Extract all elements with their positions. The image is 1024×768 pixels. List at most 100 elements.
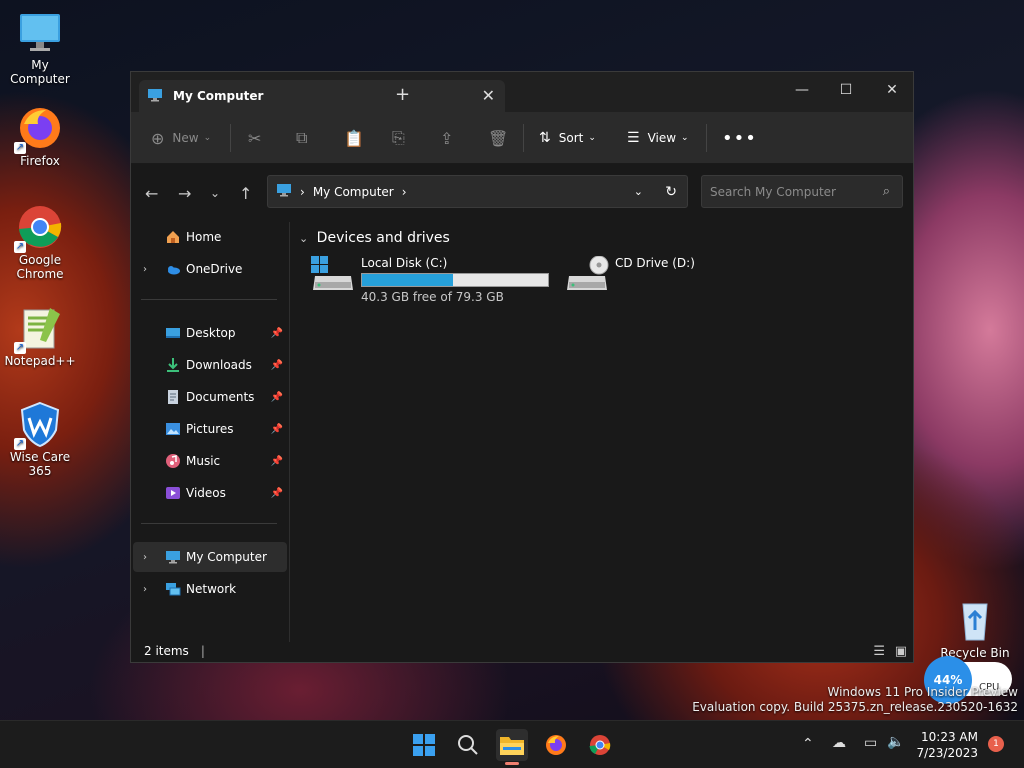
pin-icon[interactable]: 📌 [271, 424, 283, 435]
minimize-button[interactable]: — [779, 76, 825, 104]
pin-icon[interactable]: 📌 [271, 456, 283, 467]
desktop-icon-wise-care[interactable]: ↗ Wise Care 365 [0, 400, 80, 478]
search-icon: ⌕ [882, 184, 890, 199]
view-label: View [647, 131, 677, 145]
shortcut-arrow-icon: ↗ [14, 342, 26, 354]
monitor-icon [16, 8, 64, 56]
sidebar-item-videos[interactable]: Videos 📌 [133, 478, 287, 508]
drive-item-c[interactable]: Local Disk (C:) 40.3 GB free of 79.3 GB [311, 256, 561, 308]
tab-my-computer[interactable]: My Computer ✕ [139, 80, 505, 112]
onedrive-offline-icon[interactable]: ☁ [832, 735, 846, 751]
desktop-folder-icon [165, 325, 181, 341]
search-button[interactable] [452, 729, 484, 761]
windows-logo-icon [413, 734, 435, 756]
copy-button[interactable]: ⧉ [296, 112, 307, 164]
music-note-icon [165, 453, 181, 469]
recent-locations-button[interactable]: ⌄ [210, 186, 220, 200]
clipboard-icon: 📋 [344, 128, 364, 148]
desktop-icon-notepadpp[interactable]: ↗ Notepad++ [0, 304, 80, 368]
chevron-right-icon: › [300, 184, 305, 199]
file-explorer-window: My Computer ✕ + — ☐ ✕ ⊕ New ⌄ ✂ ⧉ 📋 ⎘ ⇪ … [130, 71, 914, 663]
sidebar-item-label: Pictures [186, 422, 234, 436]
sort-button[interactable]: ⇅ Sort ⌄ [539, 112, 596, 164]
desktop-icon-my-computer[interactable]: My Computer [0, 8, 80, 86]
address-bar-row: ← → ⌄ ↑ › My Computer › ⌄ ↻ Search My Co… [131, 164, 913, 222]
pin-icon[interactable]: 📌 [271, 360, 283, 371]
sidebar-item-label: Music [186, 454, 221, 468]
sidebar-item-my-computer[interactable]: › My Computer [133, 542, 287, 572]
notification-badge[interactable]: 1 [988, 736, 1004, 752]
taskbar-firefox[interactable] [540, 729, 572, 761]
chevron-down-icon: ⌄ [588, 133, 596, 143]
sidebar-item-downloads[interactable]: Downloads 📌 [133, 350, 287, 380]
start-button[interactable] [408, 729, 440, 761]
taskbar-chrome[interactable] [584, 729, 616, 761]
breadcrumb-my-computer[interactable]: My Computer [313, 185, 394, 199]
maximize-button[interactable]: ☐ [823, 76, 869, 104]
sidebar-item-home[interactable]: Home [133, 222, 287, 252]
cut-button[interactable]: ✂ [248, 112, 261, 164]
view-list-icon: ☰ [627, 130, 640, 146]
group-header-devices[interactable]: ⌄ Devices and drives [299, 230, 450, 246]
network-status-icon[interactable]: ▭ [864, 735, 877, 751]
more-options-button[interactable]: ••• [722, 112, 757, 164]
chevron-right-icon[interactable]: › [143, 264, 147, 275]
clock-time: 10:23 AM [921, 730, 978, 744]
share-icon: ⇪ [440, 128, 454, 148]
desktop-icon-chrome[interactable]: ↗ Google Chrome [0, 203, 80, 281]
scissors-icon: ✂ [248, 128, 262, 148]
paste-button[interactable]: 📋 [344, 112, 364, 164]
selection-separator: | [200, 644, 205, 658]
back-button[interactable]: ← [145, 184, 158, 203]
refresh-icon[interactable]: ↻ [665, 184, 677, 200]
details-view-button[interactable]: ☰ [873, 644, 885, 659]
sidebar-item-desktop[interactable]: Desktop 📌 [133, 318, 287, 348]
delete-button[interactable]: 🗑 [488, 112, 508, 164]
shortcut-arrow-icon: ↗ [14, 438, 26, 450]
status-bar: 2 items | ☰ ▣ [131, 640, 913, 662]
volume-icon[interactable]: 🔈 [887, 734, 904, 750]
title-bar[interactable]: My Computer ✕ + — ☐ ✕ [131, 72, 913, 112]
search-input[interactable]: Search My Computer ⌕ [701, 175, 903, 208]
address-dropdown-icon[interactable]: ⌄ [634, 185, 643, 198]
close-tab-icon[interactable]: ✕ [482, 86, 495, 105]
tab-title: My Computer [173, 89, 264, 103]
taskbar-file-explorer[interactable] [496, 729, 528, 765]
pin-icon[interactable]: 📌 [271, 328, 283, 339]
desktop-icon-recycle-bin[interactable]: Recycle Bin [935, 596, 1015, 660]
sidebar-item-onedrive[interactable]: › OneDrive [133, 254, 287, 284]
taskbar-clock[interactable]: 10:23 AM 7/23/2023 [916, 729, 978, 761]
picture-icon [165, 421, 181, 437]
desktop-icon-firefox[interactable]: ↗ Firefox [0, 104, 80, 168]
pin-icon[interactable]: 📌 [271, 488, 283, 499]
sidebar-item-label: Videos [186, 486, 226, 500]
chevron-right-icon[interactable]: › [402, 185, 407, 199]
share-button[interactable]: ⇪ [440, 112, 453, 164]
address-input[interactable]: › My Computer › ⌄ ↻ [267, 175, 688, 208]
toolbar-divider [230, 124, 231, 152]
pin-icon[interactable]: 📌 [271, 392, 283, 403]
sidebar-item-pictures[interactable]: Pictures 📌 [133, 414, 287, 444]
up-button[interactable]: ↑ [239, 184, 252, 203]
new-tab-button[interactable]: + [395, 84, 410, 105]
new-button[interactable]: ⊕ New ⌄ [151, 112, 211, 164]
drive-free-space: 40.3 GB free of 79.3 GB [361, 290, 504, 304]
rename-button[interactable]: ⎘ [392, 112, 405, 164]
pane-divider[interactable] [289, 222, 290, 642]
large-icons-view-button[interactable]: ▣ [895, 644, 907, 659]
show-hidden-icons-button[interactable]: ⌃ [802, 736, 814, 752]
sidebar-item-music[interactable]: Music 📌 [133, 446, 287, 476]
chevron-right-icon[interactable]: › [143, 584, 147, 595]
ellipsis-icon: ••• [722, 127, 757, 149]
view-button[interactable]: ☰ View ⌄ [627, 112, 689, 164]
drive-item-d[interactable]: CD Drive (D:) [565, 255, 715, 308]
cloud-icon [165, 261, 181, 277]
clock-date: 7/23/2023 [916, 746, 978, 760]
network-icon [165, 581, 181, 597]
forward-button[interactable]: → [178, 184, 191, 203]
sidebar-item-documents[interactable]: Documents 📌 [133, 382, 287, 412]
sidebar-item-network[interactable]: › Network [133, 574, 287, 604]
sort-arrows-icon: ⇅ [539, 130, 551, 146]
close-window-button[interactable]: ✕ [869, 76, 915, 104]
chevron-right-icon[interactable]: › [143, 552, 147, 563]
